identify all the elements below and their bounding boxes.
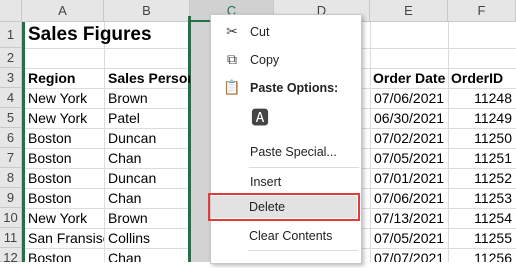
- column-header-a[interactable]: A: [22, 0, 104, 22]
- row-header-11[interactable]: 11: [0, 228, 22, 248]
- select-all-corner[interactable]: [0, 0, 22, 22]
- row-header-12[interactable]: 12: [0, 248, 22, 265]
- column-header-f[interactable]: F: [448, 0, 516, 22]
- header-order-id[interactable]: OrderID: [451, 68, 516, 88]
- header-sales-person[interactable]: Sales Person: [108, 68, 190, 88]
- cell-order-id[interactable]: 11253: [450, 188, 512, 208]
- cell-order-id[interactable]: 11251: [450, 148, 512, 168]
- cell-region[interactable]: Boston: [28, 248, 104, 262]
- header-region[interactable]: Region: [28, 68, 104, 88]
- cell-date[interactable]: 07/05/2021: [374, 228, 444, 248]
- cell-date[interactable]: 07/06/2021: [374, 188, 444, 208]
- cell-region[interactable]: San Fransisco: [28, 228, 104, 248]
- cell-person[interactable]: Chan: [108, 148, 190, 168]
- column-header-b[interactable]: B: [104, 0, 190, 22]
- copy-icon: ⧉: [227, 51, 237, 67]
- row-header-1[interactable]: 1: [0, 22, 22, 48]
- cell-person[interactable]: Brown: [108, 88, 190, 108]
- selection-border-left: [22, 22, 25, 262]
- cell-person[interactable]: Chan: [108, 188, 190, 208]
- cell-region[interactable]: New York: [28, 208, 104, 228]
- cell-date[interactable]: 06/30/2021: [374, 108, 444, 128]
- cell-region[interactable]: Boston: [28, 148, 104, 168]
- cell-region[interactable]: Boston: [28, 128, 104, 148]
- row-header-7[interactable]: 7: [0, 148, 22, 168]
- menu-item-paste-options: 📋 Paste Options:: [223, 79, 339, 95]
- column-header-e[interactable]: E: [370, 0, 448, 22]
- menu-item-paste-special[interactable]: Paste Special...: [211, 142, 361, 162]
- row-header-9[interactable]: 9: [0, 188, 22, 208]
- cell-person[interactable]: Chan: [108, 248, 190, 262]
- sheet-title[interactable]: Sales Figures: [28, 22, 198, 48]
- scissors-icon: ✂: [226, 23, 238, 39]
- cell-person[interactable]: Duncan: [108, 168, 190, 188]
- row-header-6[interactable]: 6: [0, 128, 22, 148]
- cell-person[interactable]: Collins: [108, 228, 190, 248]
- cell-date[interactable]: 07/02/2021: [374, 128, 444, 148]
- menu-item-copy[interactable]: ⧉ Copy: [211, 50, 361, 70]
- paste-format-icon: 🅰: [251, 108, 269, 128]
- row-header-3[interactable]: 3: [0, 68, 22, 88]
- menu-item-insert[interactable]: Insert: [211, 172, 361, 192]
- menu-item-cut[interactable]: ✂ Cut: [211, 22, 361, 42]
- cell-order-id[interactable]: 11250: [450, 128, 512, 148]
- menu-item-clear-contents[interactable]: Clear Contents: [210, 226, 360, 246]
- cell-person[interactable]: Duncan: [108, 128, 190, 148]
- cell-region[interactable]: Boston: [28, 188, 104, 208]
- cell-person[interactable]: Patel: [108, 108, 190, 128]
- cell-date[interactable]: 07/06/2021: [374, 88, 444, 108]
- cell-date[interactable]: 07/07/2021: [374, 248, 444, 262]
- cell-order-id[interactable]: 11248: [450, 88, 512, 108]
- cell-order-id[interactable]: 11254: [450, 208, 512, 228]
- cell-date[interactable]: 07/01/2021: [374, 168, 444, 188]
- cell-person[interactable]: Brown: [108, 208, 190, 228]
- row-header-8[interactable]: 8: [0, 168, 22, 188]
- cell-order-id[interactable]: 11249: [450, 108, 512, 128]
- delete-highlight-box: [208, 193, 360, 221]
- cell-date[interactable]: 07/13/2021: [374, 208, 444, 228]
- clipboard-icon: 📋: [223, 79, 241, 95]
- cell-order-id[interactable]: 11252: [450, 168, 512, 188]
- cell-order-id[interactable]: 11256: [450, 248, 512, 262]
- header-order-date[interactable]: Order Date: [373, 68, 448, 88]
- paste-option-formatting[interactable]: 🅰: [211, 105, 361, 135]
- row-header-2[interactable]: 2: [0, 48, 22, 68]
- cell-region[interactable]: New York: [28, 88, 104, 108]
- row-header-4[interactable]: 4: [0, 88, 22, 108]
- row-header-5[interactable]: 5: [0, 108, 22, 128]
- cell-region[interactable]: Boston: [28, 168, 104, 188]
- cell-date[interactable]: 07/05/2021: [374, 148, 444, 168]
- cell-order-id[interactable]: 11255: [450, 228, 512, 248]
- row-header-10[interactable]: 10: [0, 208, 22, 228]
- cell-region[interactable]: New York: [28, 108, 104, 128]
